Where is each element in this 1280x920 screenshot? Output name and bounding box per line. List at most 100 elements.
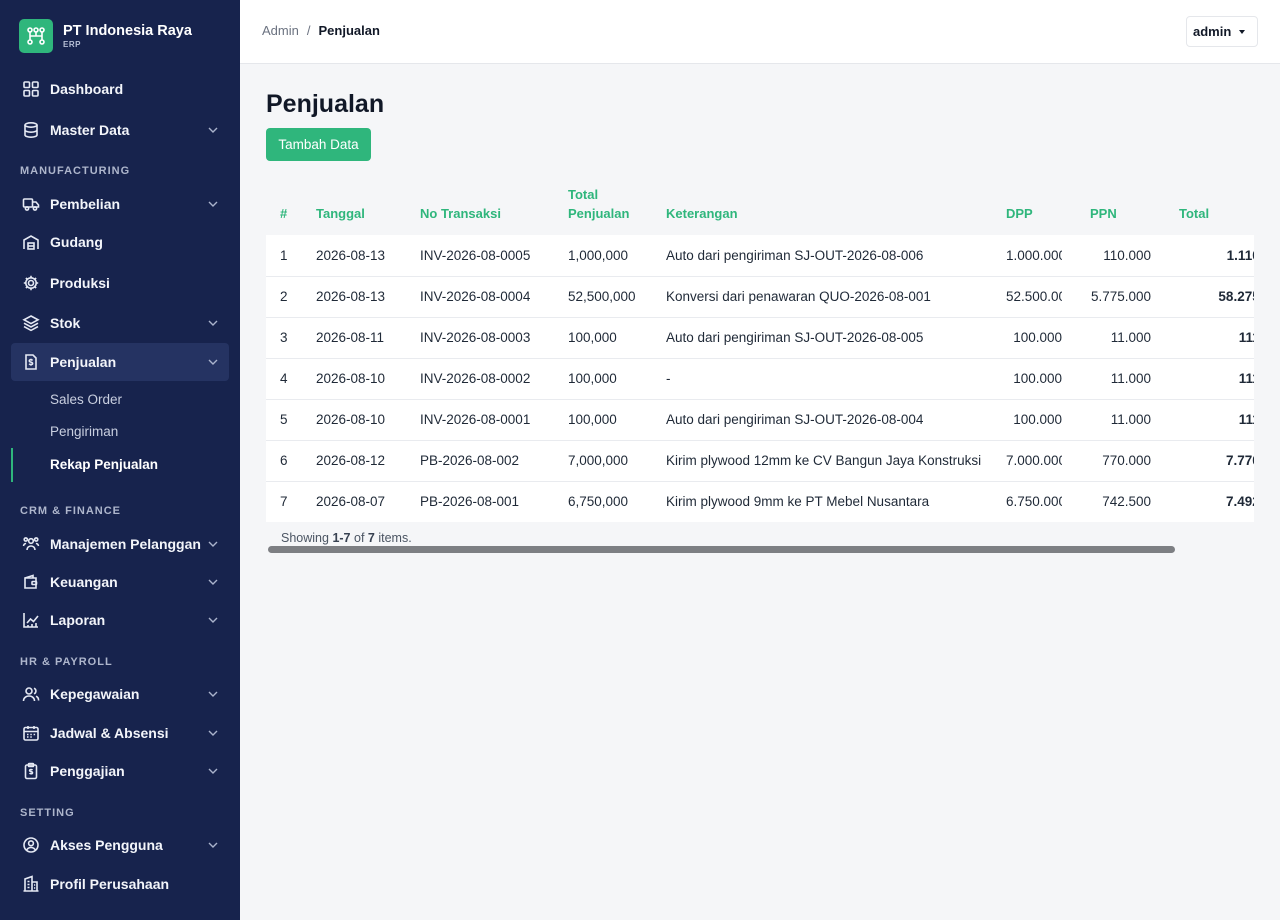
- cell-total-penjualan: 100,000: [554, 358, 652, 400]
- summary-of: of: [354, 531, 365, 545]
- sub-item-rekap-penjualan[interactable]: Rekap Penjualan: [50, 457, 158, 472]
- sidebar-item-label: Manajemen Pelanggan: [50, 536, 201, 552]
- chevron-down-icon: [208, 691, 218, 697]
- chevron-down-icon: [208, 617, 218, 623]
- sidebar-item-label: Kepegawaian: [50, 686, 140, 702]
- user-menu-dropdown[interactable]: admin: [1186, 16, 1258, 47]
- table-row[interactable]: 7 2026-08-07 PB-2026-08-001 6,750,000 Ki…: [266, 481, 1254, 522]
- column-header-no-transaksi[interactable]: No Transaksi: [406, 178, 554, 235]
- column-header-tanggal[interactable]: Tanggal: [302, 178, 406, 235]
- cell-tanggal: 2026-08-13: [302, 235, 406, 277]
- cell-dpp: 100.000: [992, 399, 1062, 441]
- layers-icon: [21, 313, 41, 333]
- truck-icon: [21, 194, 41, 214]
- chevron-down-icon: [208, 579, 218, 585]
- section-label-hr-payroll: HR & PAYROLL: [20, 656, 113, 668]
- cell-dpp: 6.750.000: [992, 481, 1062, 522]
- sales-table-container: # Tanggal No Transaksi Total Penjualan K…: [266, 178, 1254, 522]
- cell-tanggal: 2026-08-10: [302, 399, 406, 441]
- cell-total-penjualan: 6,750,000: [554, 481, 652, 522]
- summary-suffix: items.: [378, 531, 412, 545]
- sidebar-item-label: Penggajian: [50, 763, 125, 779]
- active-sub-indicator: [11, 448, 13, 482]
- cell-dpp: 7.000.000: [992, 440, 1062, 482]
- breadcrumb: Admin / Penjualan: [262, 23, 380, 38]
- sidebar-item-penjualan[interactable]: Penjualan: [11, 343, 229, 381]
- sidebar-item-label: Jadwal & Absensi: [50, 725, 169, 741]
- users-icon: [21, 534, 41, 554]
- cell-tanggal: 2026-08-11: [302, 317, 406, 359]
- cell-no: 7: [266, 481, 302, 522]
- user-circle-icon: [21, 835, 41, 855]
- column-header-keterangan[interactable]: Keterangan: [652, 178, 992, 235]
- sub-item-pengiriman[interactable]: Pengiriman: [50, 424, 118, 439]
- cell-no: 3: [266, 317, 302, 359]
- cell-tanggal: 2026-08-07: [302, 481, 406, 522]
- calendar-icon: [21, 723, 41, 743]
- cell-total: 1.110.000: [1151, 235, 1254, 277]
- add-data-button[interactable]: Tambah Data: [266, 128, 371, 161]
- sidebar-item-profil-perusahaan[interactable]: Profil Perusahaan: [11, 865, 229, 903]
- column-header-no[interactable]: #: [266, 178, 302, 235]
- sidebar-item-gudang[interactable]: Gudang: [11, 223, 229, 261]
- breadcrumb-admin[interactable]: Admin: [262, 23, 299, 38]
- cell-no-transaksi: INV-2026-08-0003: [406, 317, 554, 359]
- clipboard-icon: [21, 761, 41, 781]
- sidebar-item-dashboard[interactable]: Dashboard: [11, 70, 229, 108]
- sidebar-item-kepegawaian[interactable]: Kepegawaian: [11, 675, 229, 713]
- summary-range: 1-7: [332, 531, 351, 545]
- cell-no: 6: [266, 440, 302, 482]
- table-row[interactable]: 2 2026-08-13 INV-2026-08-0004 52,500,000…: [266, 276, 1254, 318]
- summary-total: 7: [367, 531, 375, 545]
- ppn-label: PPN: [1090, 206, 1117, 221]
- section-label-setting: SETTING: [20, 807, 75, 819]
- cell-tanggal: 2026-08-12: [302, 440, 406, 482]
- sidebar-item-label: Produksi: [50, 275, 110, 291]
- cell-ppn: 5.775.000: [1062, 276, 1151, 318]
- column-header-ppn[interactable]: PPN: [1062, 178, 1151, 235]
- pagination-summary: Showing 1-7 of 7 items.: [281, 531, 412, 545]
- table-row[interactable]: 4 2026-08-10 INV-2026-08-0002 100,000 - …: [266, 358, 1254, 400]
- brand[interactable]: PT Indonesia Raya ERP: [19, 19, 192, 53]
- cell-no-transaksi: INV-2026-08-0004: [406, 276, 554, 318]
- cell-keterangan: Auto dari pengiriman SJ-OUT-2026-08-004: [652, 399, 992, 441]
- column-header-total-penjualan[interactable]: Total Penjualan: [554, 178, 652, 235]
- topbar: Admin / Penjualan admin: [240, 0, 1280, 64]
- database-icon: [21, 120, 41, 140]
- cell-total-penjualan: 100,000: [554, 317, 652, 359]
- sidebar-item-pembelian[interactable]: Pembelian: [11, 185, 229, 223]
- sidebar-item-label: Gudang: [50, 234, 103, 250]
- column-header-total[interactable]: Total: [1151, 178, 1254, 235]
- sidebar-item-jadwal-absensi[interactable]: Jadwal & Absensi: [11, 714, 229, 752]
- sidebar-item-manajemen-pelanggan[interactable]: Manajemen Pelanggan: [11, 525, 229, 563]
- sidebar-item-produksi[interactable]: Produksi: [11, 264, 229, 302]
- cell-ppn: 11.000: [1062, 358, 1151, 400]
- chevron-down-icon: [208, 730, 218, 736]
- sidebar-item-penggajian[interactable]: Penggajian: [11, 752, 229, 790]
- horizontal-scrollbar[interactable]: [268, 546, 1175, 553]
- table-row[interactable]: 1 2026-08-13 INV-2026-08-0005 1,000,000 …: [266, 235, 1254, 277]
- sidebar-item-label: Laporan: [50, 612, 106, 628]
- column-header-dpp[interactable]: DPP: [992, 178, 1062, 235]
- sidebar-item-master-data[interactable]: Master Data: [11, 111, 229, 149]
- sidebar-item-laporan[interactable]: Laporan: [11, 601, 229, 639]
- sidebar-item-akses-pengguna[interactable]: Akses Pengguna: [11, 826, 229, 864]
- sidebar-item-label: Keuangan: [50, 574, 118, 590]
- cell-no-transaksi: INV-2026-08-0002: [406, 358, 554, 400]
- sidebar-item-keuangan[interactable]: Keuangan: [11, 563, 229, 601]
- sales-table: # Tanggal No Transaksi Total Penjualan K…: [266, 178, 1254, 522]
- cell-ppn: 742.500: [1062, 481, 1151, 522]
- breadcrumb-separator: /: [306, 23, 311, 38]
- table-row[interactable]: 3 2026-08-11 INV-2026-08-0003 100,000 Au…: [266, 317, 1254, 359]
- sidebar-item-stok[interactable]: Stok: [11, 304, 229, 342]
- chevron-down-icon: [208, 127, 218, 133]
- cell-no-transaksi: PB-2026-08-001: [406, 481, 554, 522]
- section-label-crm-finance: CRM & FINANCE: [20, 505, 121, 517]
- sub-item-sales-order[interactable]: Sales Order: [50, 392, 122, 407]
- table-row[interactable]: 6 2026-08-12 PB-2026-08-002 7,000,000 Ki…: [266, 440, 1254, 482]
- cell-no-transaksi: INV-2026-08-0001: [406, 399, 554, 441]
- sidebar-item-label: Stok: [50, 315, 81, 331]
- cell-total: 111.000: [1151, 317, 1254, 359]
- table-row[interactable]: 5 2026-08-10 INV-2026-08-0001 100,000 Au…: [266, 399, 1254, 441]
- cell-no: 1: [266, 235, 302, 277]
